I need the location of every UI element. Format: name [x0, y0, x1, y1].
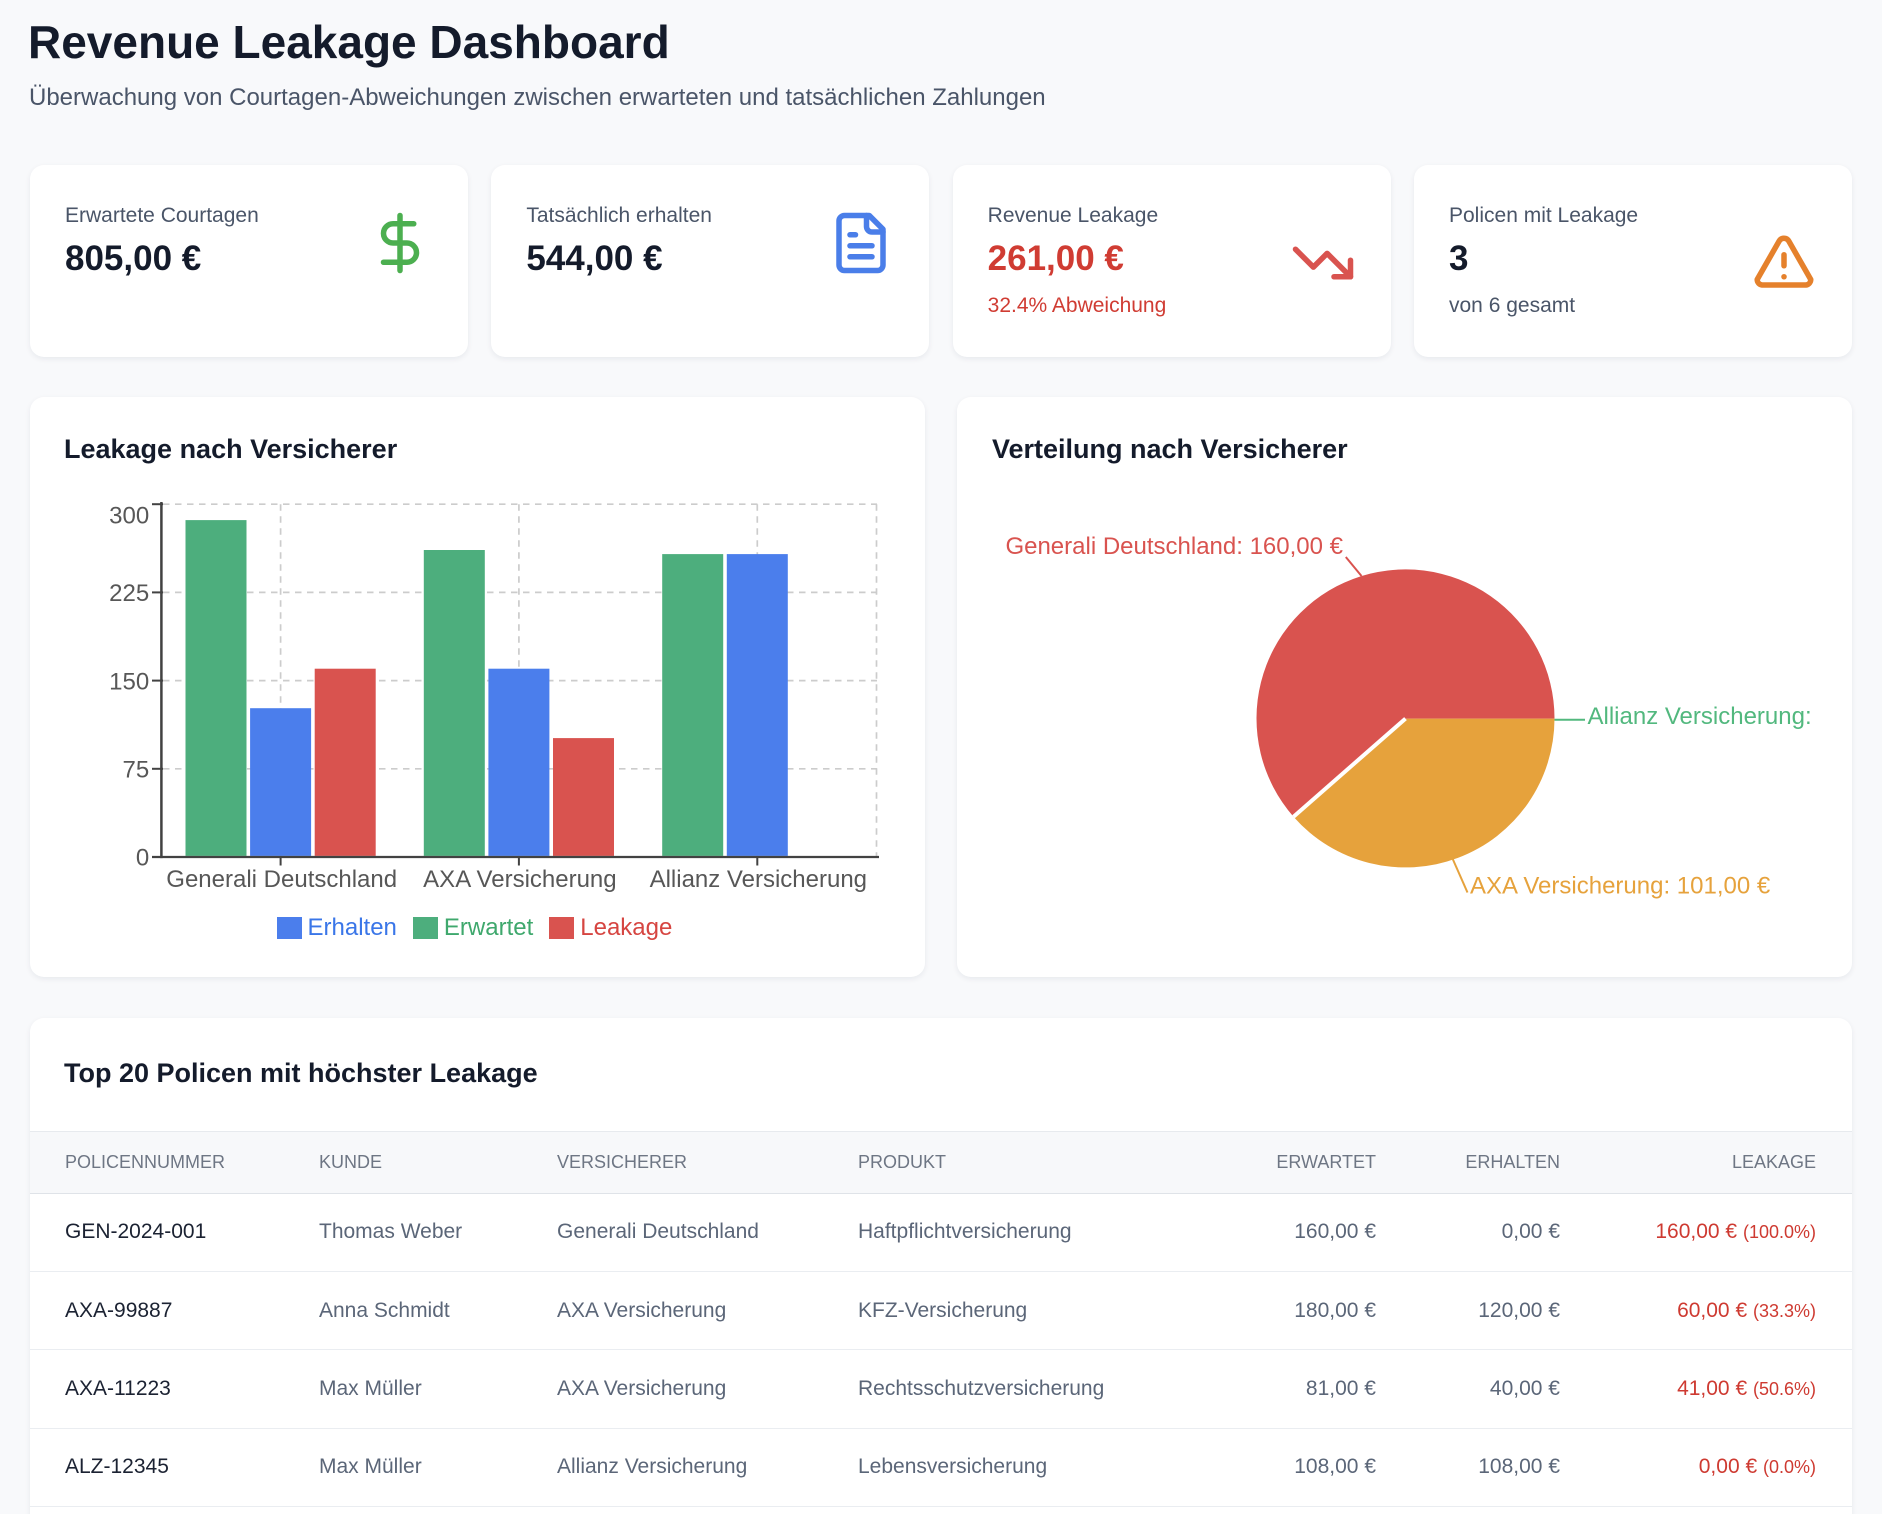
- svg-text:150: 150: [109, 668, 149, 695]
- svg-text:AXA Versicherung: AXA Versicherung: [423, 866, 616, 893]
- svg-text:Allianz Versicherung: Allianz Versicherung: [650, 866, 867, 893]
- svg-text:Generali Deutschland: Generali Deutschland: [166, 866, 397, 893]
- svg-text:300: 300: [109, 503, 149, 530]
- svg-text:Generali Deutschland: 160,00 €: Generali Deutschland: 160,00 €: [1005, 533, 1343, 560]
- svg-text:0: 0: [136, 845, 149, 872]
- svg-text:225: 225: [109, 580, 149, 607]
- svg-text:Allianz Versicherung:: Allianz Versicherung:: [1588, 703, 1812, 730]
- svg-text:75: 75: [122, 757, 149, 784]
- svg-text:AXA Versicherung: 101,00 €: AXA Versicherung: 101,00 €: [1470, 873, 1771, 900]
